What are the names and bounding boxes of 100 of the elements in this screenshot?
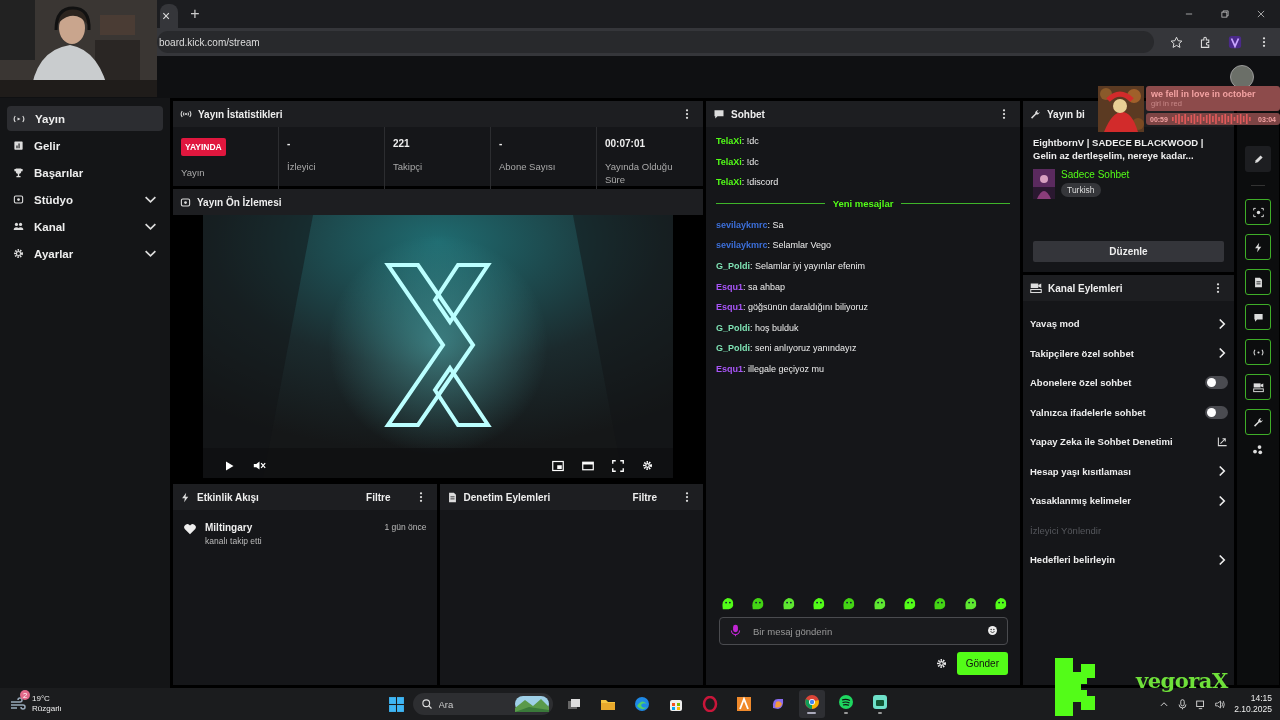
settings-icon[interactable] (935, 658, 947, 669)
chat-message: Esqu1: göğsünün daraldığını biliyoruz (716, 301, 870, 315)
bolt-button[interactable] (1245, 234, 1271, 260)
restore-icon[interactable] (1220, 9, 1230, 19)
play-icon[interactable] (223, 459, 235, 472)
stat-label: Yayında Olduğu Süre (605, 161, 674, 187)
action-item[interactable]: Yapay Zeka ile Sohbet Denetimi (1030, 427, 1228, 457)
smiley-icon[interactable] (987, 625, 998, 636)
chat-message: G_Poldi: seni anlıyoruz yanındayız (716, 342, 858, 356)
chat-message: TelaXi: !discord (716, 176, 780, 190)
microphone-icon[interactable] (729, 624, 742, 637)
toggle-switch[interactable] (1205, 405, 1228, 419)
event-user: Miltingary (205, 522, 254, 533)
panel-title: Yayın bi (1047, 108, 1085, 120)
stat-label: Abone Sayısı (499, 161, 557, 174)
action-item[interactable]: Yasaklanmış kelimeler (1030, 486, 1228, 516)
broadcast-icon (180, 108, 192, 120)
broadcast-icon (1252, 346, 1264, 358)
chevron-up-icon[interactable] (1159, 699, 1170, 709)
chat-message: Esqu1: illegale geçiyoz mu (716, 362, 826, 376)
address-field[interactable]: board.kick.com/stream (157, 31, 1154, 53)
wrench-button[interactable] (1245, 409, 1271, 435)
tag[interactable]: Turkish (1061, 182, 1101, 197)
browser-icon (633, 696, 650, 712)
tab-close-button[interactable]: × (160, 4, 179, 28)
profile-icon[interactable] (1228, 35, 1242, 49)
camera-icon (13, 194, 24, 205)
new-tab-button[interactable]: + (184, 5, 206, 23)
emote-icon (750, 596, 766, 611)
action-item[interactable]: Abonelere özel sohbet (1030, 368, 1228, 398)
toggle-switch[interactable] (1205, 376, 1228, 390)
chat-message: TelaXi: !dc (716, 135, 760, 148)
sidebar-item[interactable]: Yayın (7, 106, 163, 131)
broadcast-button[interactable] (1245, 339, 1271, 365)
action-item[interactable]: Hesap yaşı kısıtlaması (1030, 456, 1228, 486)
robot-icon (871, 694, 888, 710)
category-link[interactable]: Sadece Sohbet (1061, 168, 1130, 180)
wrench-icon (1030, 108, 1041, 120)
fullscreen-icon[interactable] (612, 459, 624, 472)
chat-icon (713, 108, 725, 120)
chat-message: G_Poldi: hoş bulduk (716, 321, 800, 335)
panel-title: Yayın Ön İzlemesi (197, 196, 282, 208)
search-icon (420, 698, 433, 710)
capture-button[interactable] (1245, 199, 1271, 225)
action-item[interactable]: Yalnızca ifadelerle sohbet (1030, 397, 1228, 427)
wind-icon[interactable] (10, 696, 26, 712)
overlay-brand-text: vegoraX (1136, 668, 1228, 693)
stat-value: 00:07:01 (605, 138, 647, 150)
sidebar-item[interactable]: Başarılar (7, 160, 163, 185)
chat-button[interactable] (1245, 304, 1271, 330)
send-button[interactable]: Gönder (956, 652, 1008, 675)
pencil-button[interactable] (1245, 146, 1271, 172)
chat-icon (1252, 311, 1264, 323)
panel-title: Etkinlik Akışı (197, 491, 259, 503)
camera-icon (180, 196, 191, 208)
filter-button[interactable]: Filtre (626, 490, 663, 504)
theater-icon[interactable] (582, 459, 594, 472)
panel-title: Kanal Eylemleri (1048, 282, 1123, 294)
sidebar-item[interactable]: Ayarlar (7, 241, 163, 266)
taskbar-app[interactable] (798, 690, 825, 718)
pip-icon[interactable] (552, 459, 564, 472)
chat-message: sevilaykmrc: Selamlar Vego (716, 239, 833, 253)
gear-icon (13, 248, 24, 259)
document-icon (1252, 276, 1264, 288)
emote-icon (962, 596, 978, 611)
avatar-icon[interactable] (1230, 65, 1254, 89)
microphone-icon[interactable] (1177, 698, 1189, 710)
camera-desk-button[interactable] (1245, 374, 1271, 400)
emote-icon (841, 596, 857, 611)
stat-label: Yayın (181, 167, 206, 180)
chat-message: G_Poldi: Selamlar iyi yayınlar efenim (716, 259, 867, 273)
sidebar-item[interactable]: Stüdyo (7, 187, 163, 212)
document-button[interactable] (1245, 269, 1271, 295)
action-item[interactable]: Yavaş mod (1030, 309, 1228, 339)
chat-message: sevilaykmrc: Sa (716, 218, 785, 232)
chrome-icon (803, 694, 820, 710)
wrench-icon (1252, 416, 1264, 428)
volume-icon[interactable] (1215, 698, 1227, 710)
star-icon[interactable] (1170, 35, 1183, 49)
close-icon[interactable] (1256, 9, 1266, 19)
stat-label: İzleyici (287, 161, 317, 174)
puzzle-icon[interactable] (1199, 35, 1212, 49)
pencil-icon (1252, 153, 1264, 165)
message-field[interactable]: Bir mesaj gönderin (719, 617, 1008, 645)
action-item[interactable]: Takipçilere özel sohbet (1030, 338, 1228, 368)
start-icon[interactable] (387, 695, 405, 713)
chart-icon (13, 140, 24, 151)
stat-value: - (287, 138, 292, 150)
edit-button[interactable]: Düzenle (1033, 241, 1224, 262)
people-icon (13, 221, 24, 232)
sidebar-item[interactable]: Gelir (7, 133, 163, 158)
document-icon (446, 491, 458, 503)
emote-icon (932, 596, 948, 611)
action-item[interactable]: Hedefleri belirleyin (1030, 545, 1228, 575)
muted-icon[interactable] (253, 459, 266, 472)
dots-icon[interactable] (1252, 444, 1264, 456)
sidebar-item[interactable]: Kanal (7, 214, 163, 239)
filter-button[interactable]: Filtre (360, 490, 397, 504)
windows-icon (565, 696, 582, 712)
triangle-icon (735, 696, 752, 712)
